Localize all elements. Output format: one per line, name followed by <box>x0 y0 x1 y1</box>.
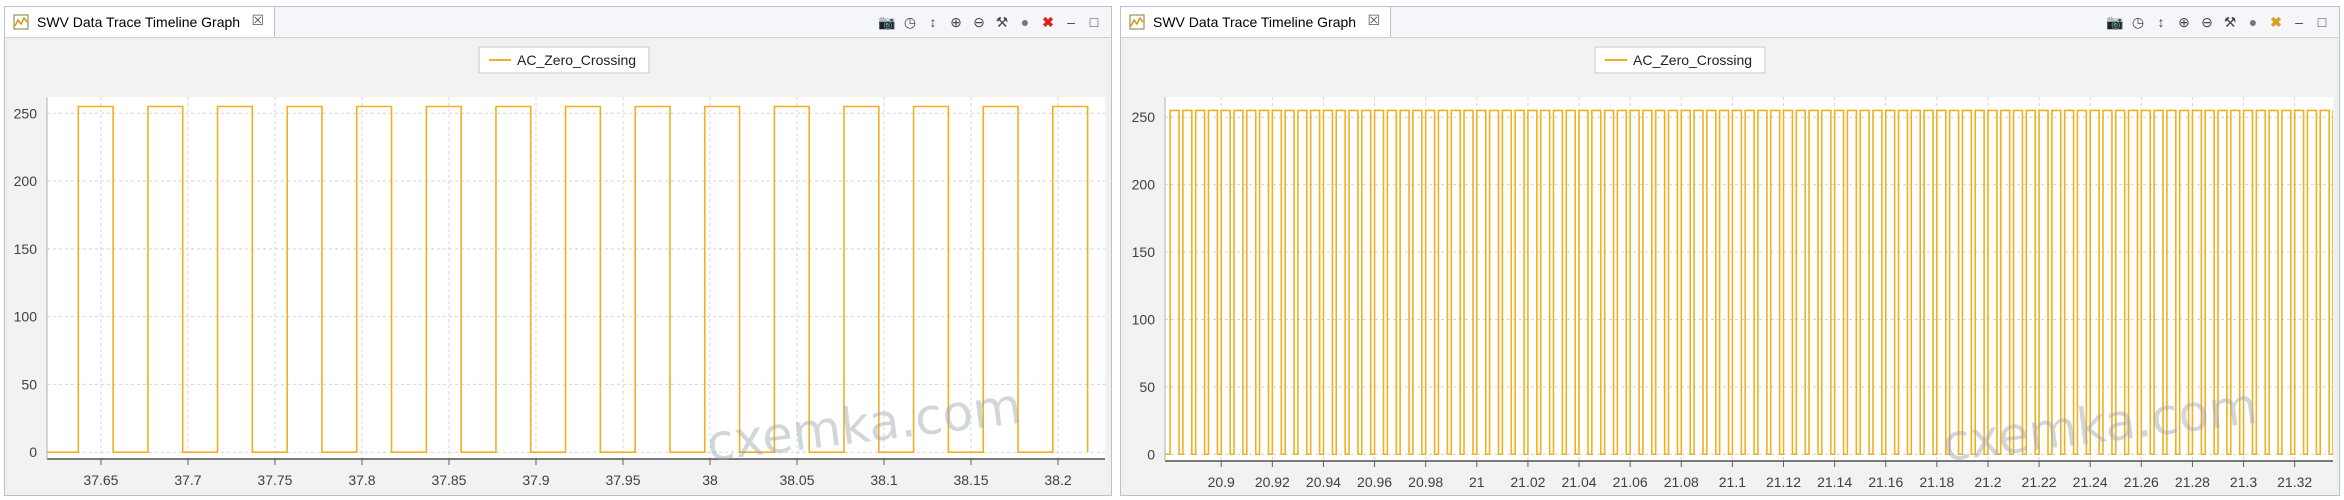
tab-bar: SWV Data Trace Timeline Graph ☒ 📷 ◷ ↕ ⊕ … <box>1121 7 2339 38</box>
x-tick-label: 21.06 <box>1613 474 1648 490</box>
timeline-graph-panel-left: SWV Data Trace Timeline Graph ☒ 📷 ◷ ↕ ⊕ … <box>4 6 1112 496</box>
x-tick-label: 21.18 <box>1919 474 1954 490</box>
x-tick-label: 20.98 <box>1408 474 1443 490</box>
x-tick-label: 37.95 <box>605 472 640 488</box>
tools-icon[interactable]: ⚒ <box>2221 13 2239 31</box>
timeline-chart[interactable]: 0 50 100 150 200 250 37.65 37.7 37.75 37.8 37.85 37… <box>9 41 1109 493</box>
tab-swv-timeline-graph[interactable]: SWV Data Trace Timeline Graph ☒ <box>1121 7 1392 37</box>
x-tick-label: 38.1 <box>870 472 897 488</box>
x-tick-label: 37.75 <box>257 472 292 488</box>
maximize-icon[interactable]: □ <box>1085 13 1103 31</box>
x-tick-label: 37.7 <box>174 472 201 488</box>
legend-label: AC_Zero_Crossing <box>517 52 636 68</box>
stop-circle-icon[interactable]: ● <box>1016 13 1034 31</box>
y-tick-label: 250 <box>1132 109 1156 125</box>
legend-label: AC_Zero_Crossing <box>1633 52 1752 68</box>
y-tick-label: 0 <box>29 444 37 460</box>
y-tick-label: 200 <box>14 173 38 189</box>
tab-title: SWV Data Trace Timeline Graph <box>37 14 241 30</box>
view-toolbar: 📷 ◷ ↕ ⊕ ⊖ ⚒ ● ✖ ‒ □ <box>878 12 1103 32</box>
maximize-icon[interactable]: □ <box>2313 13 2331 31</box>
x-tick-label: 21.14 <box>1817 474 1852 490</box>
y-tick-label: 0 <box>1147 446 1155 462</box>
x-tick-label: 21.02 <box>1510 474 1545 490</box>
x-tick-label: 38.2 <box>1044 472 1071 488</box>
zoom-in-icon[interactable]: ⊕ <box>947 13 965 31</box>
x-tick-label: 38.05 <box>779 472 814 488</box>
x-tick-label: 21.3 <box>2230 474 2257 490</box>
y-tick-label: 100 <box>1132 311 1156 327</box>
clock-icon[interactable]: ◷ <box>2129 13 2147 31</box>
x-tick-label: 37.9 <box>522 472 549 488</box>
x-tick-label: 21 <box>1469 474 1485 490</box>
x-tick-label: 21.24 <box>2073 474 2108 490</box>
x-tick-label: 38.15 <box>953 472 988 488</box>
y-tick-label: 150 <box>1132 244 1156 260</box>
clock-icon[interactable]: ◷ <box>901 13 919 31</box>
view-toolbar: 📷 ◷ ↕ ⊕ ⊖ ⚒ ● ✖ ‒ □ <box>2106 12 2331 32</box>
x-tick-label: 21.1 <box>1719 474 1746 490</box>
y-tick-label: 200 <box>1132 177 1156 193</box>
y-tick-label: 150 <box>14 241 38 257</box>
zoom-out-icon[interactable]: ⊖ <box>2198 13 2216 31</box>
x-tick-label: 21.16 <box>1868 474 1903 490</box>
x-tick-label: 21.2 <box>1974 474 2001 490</box>
x-tick-label: 21.04 <box>1562 474 1597 490</box>
x-tick-label: 20.9 <box>1208 474 1235 490</box>
x-tick-label: 37.85 <box>431 472 466 488</box>
chart-area: 0 50 100 150 200 250 37.65 37.7 37.75 37.8 37.85 37… <box>9 41 1107 491</box>
minimize-icon[interactable]: ‒ <box>2290 13 2308 31</box>
tools-icon[interactable]: ⚒ <box>993 13 1011 31</box>
camera-icon[interactable]: 📷 <box>878 13 896 31</box>
zoom-out-icon[interactable]: ⊖ <box>970 13 988 31</box>
close-tab-icon[interactable]: ☒ <box>1368 12 1381 29</box>
x-tick-label: 37.8 <box>348 472 375 488</box>
graph-icon <box>1129 14 1145 30</box>
zoom-in-icon[interactable]: ⊕ <box>2175 13 2193 31</box>
x-tick-label: 21.26 <box>2124 474 2159 490</box>
y-tick-label: 250 <box>14 105 38 121</box>
x-tick-label: 21.28 <box>2175 474 2210 490</box>
x-tick-label: 20.92 <box>1255 474 1290 490</box>
minimize-icon[interactable]: ‒ <box>1062 13 1080 31</box>
x-tick-label: 21.32 <box>2277 474 2312 490</box>
x-tick-label: 21.12 <box>1766 474 1801 490</box>
timeline-graph-panel-right: SWV Data Trace Timeline Graph ☒ 📷 ◷ ↕ ⊕ … <box>1120 6 2340 496</box>
scale-icon[interactable]: ↕ <box>2152 13 2170 31</box>
scale-icon[interactable]: ↕ <box>924 13 942 31</box>
x-tick-label: 20.94 <box>1306 474 1341 490</box>
x-tick-label: 38 <box>702 472 718 488</box>
y-tick-label: 50 <box>21 376 37 392</box>
delete-x-icon[interactable]: ✖ <box>2267 13 2285 31</box>
delete-x-icon[interactable]: ✖ <box>1039 13 1057 31</box>
chart-area: 0 50 100 150 200 250 20.9 20.92 20.94 20.96 20.98 2… <box>1125 41 2335 491</box>
y-tick-label: 50 <box>1139 379 1155 395</box>
x-tick-label: 37.65 <box>83 472 118 488</box>
graph-icon <box>13 14 29 30</box>
tab-bar: SWV Data Trace Timeline Graph ☒ 📷 ◷ ↕ ⊕ … <box>5 7 1111 38</box>
tab-swv-timeline-graph[interactable]: SWV Data Trace Timeline Graph ☒ <box>5 7 276 37</box>
x-tick-label: 21.22 <box>2022 474 2057 490</box>
timeline-chart[interactable]: 0 50 100 150 200 250 20.9 20.92 20.94 20.96 20.98 2… <box>1125 41 2337 493</box>
close-tab-icon[interactable]: ☒ <box>252 12 265 29</box>
stop-circle-icon[interactable]: ● <box>2244 13 2262 31</box>
tab-title: SWV Data Trace Timeline Graph <box>1153 14 1357 30</box>
x-tick-label: 21.08 <box>1664 474 1699 490</box>
x-tick-label: 20.96 <box>1357 474 1392 490</box>
camera-icon[interactable]: 📷 <box>2106 13 2124 31</box>
y-tick-label: 100 <box>14 309 38 325</box>
